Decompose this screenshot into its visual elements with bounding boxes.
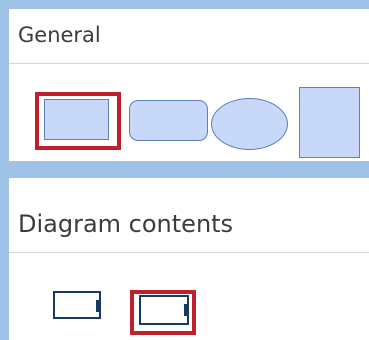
diagram-contents-separator [9,252,369,253]
diagram-frame-item-1[interactable] [53,291,101,319]
rounded-rectangle-shape-button[interactable] [129,100,208,141]
general-panel: General [9,9,369,161]
diagram-contents-panel: Diagram contents [9,178,369,340]
diagram-contents-section-title: Diagram contents [18,210,234,238]
general-section-title: General [18,23,101,47]
general-separator [9,63,369,64]
ellipse-shape-button[interactable] [211,98,288,150]
frame-selection-highlight [130,290,196,335]
square-shape-button[interactable] [299,87,360,158]
frame-port-icon [96,300,101,312]
rectangle-selection-highlight [35,92,121,150]
